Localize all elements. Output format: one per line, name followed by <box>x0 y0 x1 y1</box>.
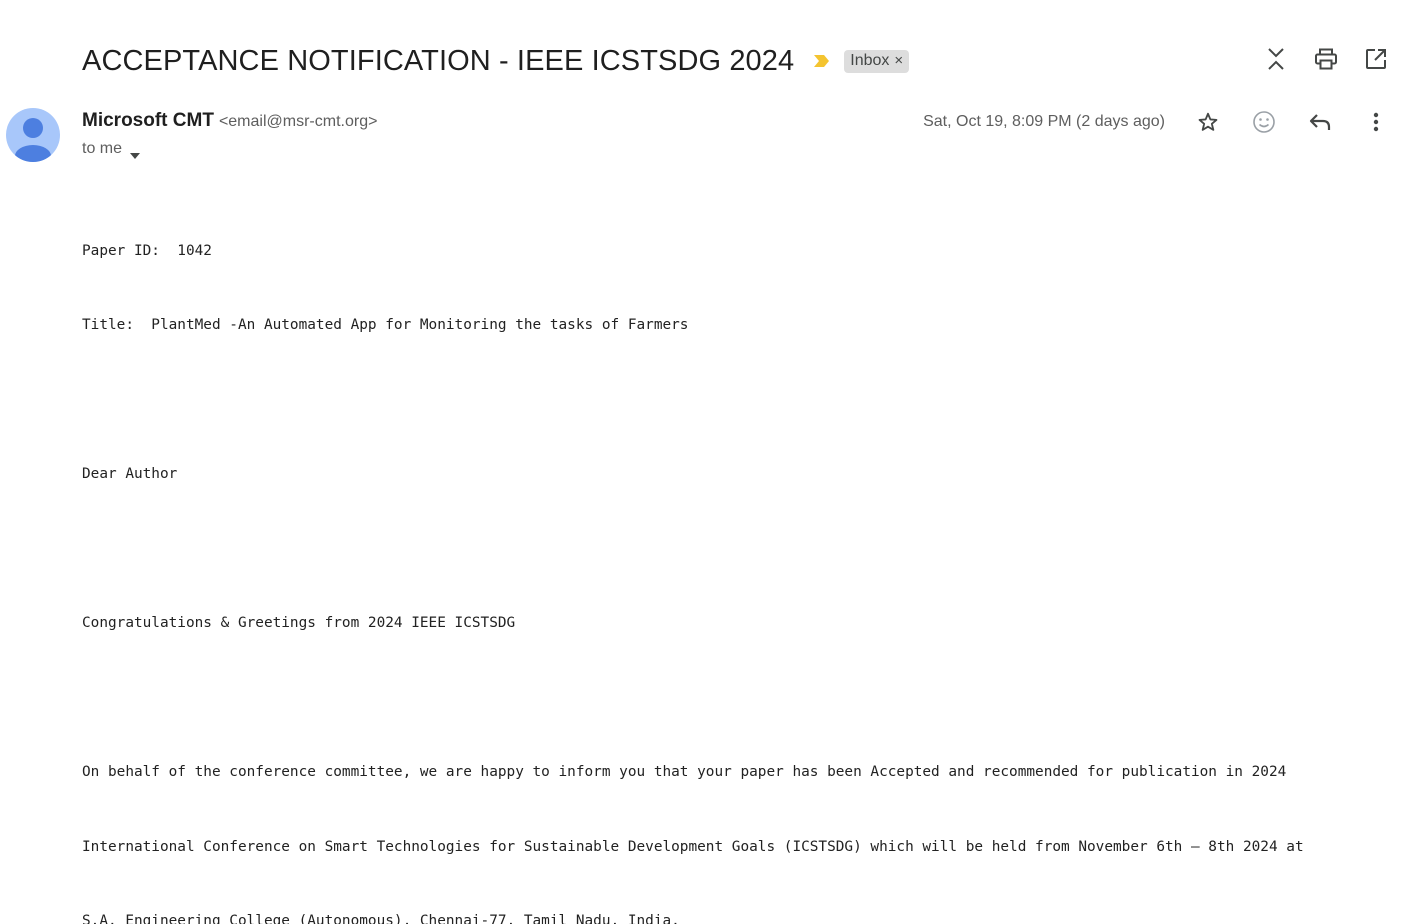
message-actions: Sat, Oct 19, 8:09 PM (2 days ago) <box>923 108 1389 136</box>
body-line <box>82 686 1392 711</box>
importance-marker-icon[interactable] <box>812 53 832 69</box>
subject-row: ACCEPTANCE NOTIFICATION - IEEE ICSTSDG 2… <box>82 40 910 82</box>
print-icon[interactable] <box>1313 46 1339 72</box>
recipient-text: to me <box>82 140 123 157</box>
person-avatar-icon[interactable] <box>6 108 60 162</box>
body-line: On behalf of the conference committee, w… <box>82 764 1287 781</box>
body-line: Congratulations & Greetings from 2024 IE… <box>82 615 516 632</box>
open-in-new-window-icon[interactable] <box>1363 46 1389 72</box>
reply-icon[interactable] <box>1307 109 1333 135</box>
inbox-label-chip[interactable]: Inbox × <box>844 49 910 73</box>
label-text: Inbox <box>850 51 890 69</box>
caret-down-icon[interactable] <box>130 146 141 159</box>
thread-actions <box>1239 46 1389 72</box>
star-icon[interactable] <box>1195 109 1221 135</box>
sender-email: <email@msr-cmt.org> <box>218 113 378 130</box>
body-line: S.A. Engineering College (Autonomous), C… <box>82 913 680 924</box>
emoji-react-icon[interactable] <box>1251 109 1277 135</box>
body-line: Paper ID: 1042 <box>82 242 212 259</box>
recipient-line: to me <box>82 140 377 159</box>
body-line: Dear Author <box>82 466 178 483</box>
more-vert-icon[interactable] <box>1363 109 1389 135</box>
body-line: Title: PlantMed -An Automated App for Mo… <box>82 317 689 334</box>
expand-collapse-icon[interactable] <box>1263 46 1289 72</box>
body-line <box>82 388 1392 413</box>
sender-line: Microsoft CMT <email@msr-cmt.org> <box>82 110 377 132</box>
sender-name[interactable]: Microsoft CMT <box>82 110 214 132</box>
email-subject: ACCEPTANCE NOTIFICATION - IEEE ICSTSDG 2… <box>82 44 795 77</box>
body-line <box>82 537 1392 562</box>
email-body: Paper ID: 1042 Title: PlantMed -An Autom… <box>82 189 1392 924</box>
sender-block: Microsoft CMT <email@msr-cmt.org> to me <box>82 110 377 159</box>
remove-label-button[interactable]: × <box>894 52 903 69</box>
message-date: Sat, Oct 19, 8:09 PM (2 days ago) <box>923 113 1165 130</box>
body-line: International Conference on Smart Techno… <box>82 838 1304 855</box>
